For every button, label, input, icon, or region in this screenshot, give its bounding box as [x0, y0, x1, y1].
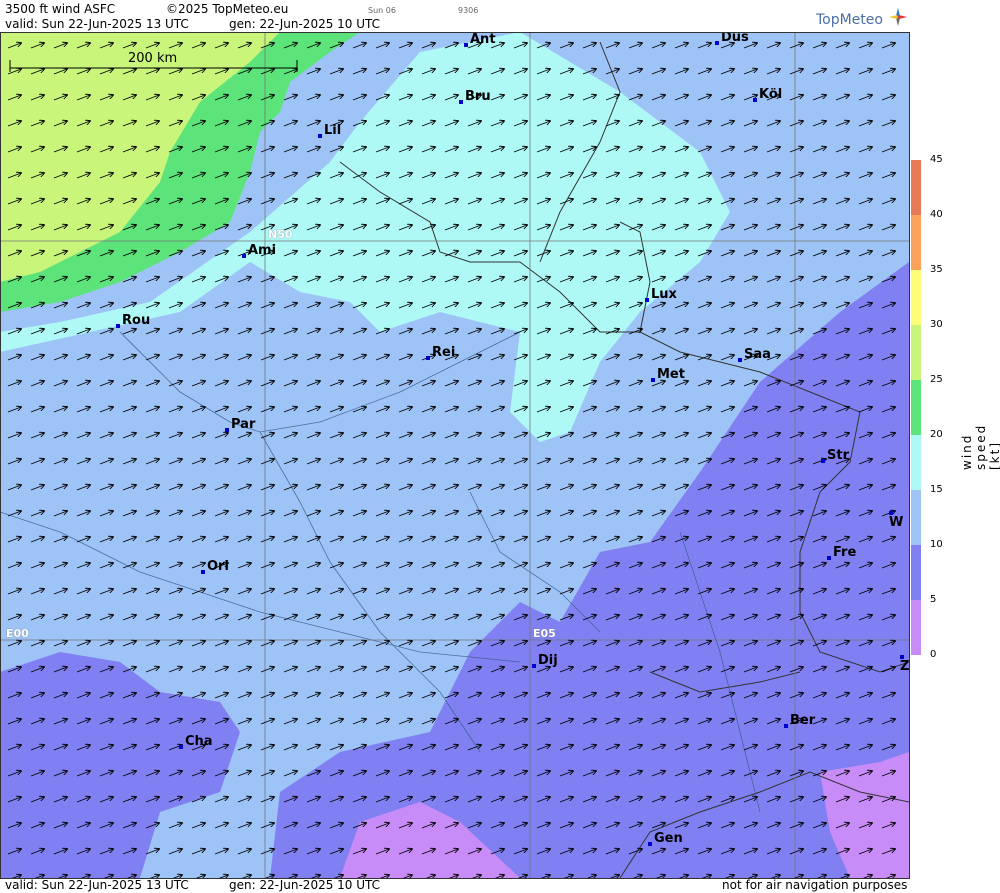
footer-gen-time: gen: 22-Jun-2025 10 UTC — [229, 878, 381, 892]
grid-label-n50: N50 — [268, 228, 293, 241]
code-tag: 9306 — [458, 6, 479, 15]
scale-bar-label: 200 km — [128, 51, 178, 66]
legend-tick: 20 — [930, 429, 943, 440]
legend-tick: 15 — [930, 484, 943, 495]
legend-band — [911, 380, 921, 435]
city-met[interactable]: Met — [651, 367, 685, 382]
city-ber[interactable]: Ber — [784, 713, 815, 728]
legend-tick: 30 — [930, 319, 943, 330]
legend-band — [911, 160, 921, 215]
city-rou[interactable]: Rou — [116, 313, 150, 328]
legend-band — [911, 215, 921, 270]
city-par[interactable]: Par — [225, 417, 255, 432]
footer-valid-time: valid: Sun 22-Jun-2025 13 UTC — [5, 878, 189, 892]
logo-text: TopMeteo — [816, 12, 883, 28]
city-dij[interactable]: Dij — [532, 653, 558, 668]
grid-label-e00: E00 — [6, 627, 29, 640]
sun-tag: Sun 06 — [368, 6, 396, 15]
gen-time: gen: 22-Jun-2025 10 UTC — [229, 17, 381, 31]
legend-tick: 35 — [930, 264, 943, 275]
product-title: 3500 ft wind ASFC — [5, 2, 116, 16]
city-lil[interactable]: Lil — [318, 123, 341, 138]
city-dus[interactable]: Düs — [715, 32, 749, 45]
legend-band — [911, 325, 921, 380]
topmeteo-logo[interactable]: TopMeteo — [816, 8, 908, 28]
city-str[interactable]: Str — [821, 448, 849, 463]
legend-band — [911, 545, 921, 600]
city-lux[interactable]: Lux — [645, 287, 677, 302]
city-cha[interactable]: Cha — [179, 734, 213, 749]
legend-band — [911, 600, 921, 655]
city-ami[interactable]: Ami — [242, 243, 276, 258]
legend-tick: 45 — [930, 154, 943, 165]
grid-label-e05: E05 — [533, 627, 556, 640]
valid-time: valid: Sun 22-Jun-2025 13 UTC — [5, 17, 189, 31]
legend-tick: 40 — [930, 209, 943, 220]
city-orl[interactable]: Orl — [201, 559, 229, 574]
wind-map[interactable]: 200 km N50 E00 E05 Ant Düs Bru Köl Lil A… — [0, 32, 909, 878]
footer-disclaimer: not for air navigation purposes — [722, 878, 908, 892]
legend-tick: 0 — [930, 649, 937, 660]
legend-band — [911, 270, 921, 325]
city-saa[interactable]: Saa — [738, 347, 771, 362]
city-kol[interactable]: Köl — [753, 87, 782, 102]
legend-band — [911, 435, 921, 490]
legend-tick: 5 — [930, 594, 937, 605]
city-ant[interactable]: Ant — [464, 32, 496, 47]
city-z[interactable]: Z — [900, 644, 909, 674]
color-legend — [911, 160, 921, 655]
city-gen[interactable]: Gen — [648, 831, 683, 846]
city-fre[interactable]: Fre — [827, 545, 856, 560]
city-w[interactable]: W — [889, 500, 909, 530]
city-rei[interactable]: Rei — [426, 345, 455, 360]
copyright: ©2025 TopMeteo.eu — [166, 2, 289, 16]
legend-unit: wind speed [kt] — [960, 423, 1000, 470]
legend-tick: 25 — [930, 374, 943, 385]
city-bru[interactable]: Bru — [459, 89, 491, 104]
compass-icon — [889, 8, 908, 26]
legend-band — [911, 490, 921, 545]
legend-tick: 10 — [930, 539, 943, 550]
